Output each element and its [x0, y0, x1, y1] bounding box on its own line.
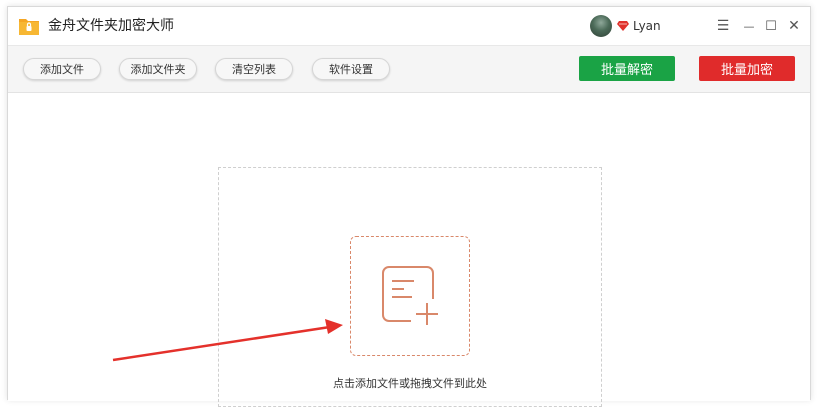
- annotation-arrow: [112, 319, 343, 362]
